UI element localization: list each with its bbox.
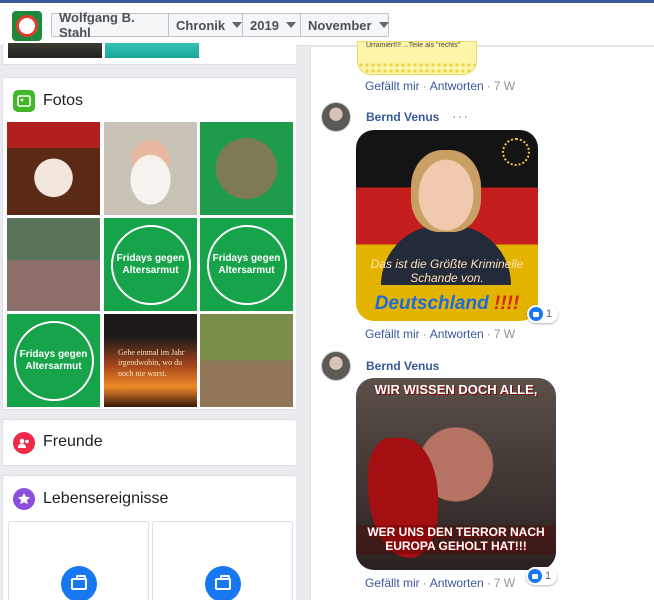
- image-caption: WER UNS DEN TERROR NACH EUROPA GEHOLT HA…: [356, 525, 556, 554]
- breadcrumb-section-label: Chronik: [176, 17, 226, 33]
- like-link[interactable]: Gefällt mir: [365, 327, 420, 341]
- photo-thumbnail[interactable]: [8, 43, 102, 58]
- photo-text: Gehe einmal im Jahr irgendwohin, wo du n…: [118, 348, 185, 378]
- comment-author[interactable]: Bernd Venus: [366, 110, 439, 124]
- fotos-title[interactable]: Fotos: [43, 92, 83, 110]
- chevron-down-icon: [232, 22, 243, 28]
- more-options-icon[interactable]: ···: [452, 108, 469, 124]
- breadcrumb-profile-name[interactable]: Wolfgang B. Stahl: [51, 10, 169, 40]
- photo-sunset[interactable]: Gehe einmal im Jahr irgendwohin, wo du n…: [104, 314, 197, 407]
- friends-icon: [13, 432, 35, 454]
- comment-image[interactable]: Urramiert!!! ...Teile als "rechts": [357, 41, 477, 75]
- comment-image[interactable]: WIR WISSEN DOCH ALLE, WER UNS DEN TERROR…: [356, 378, 556, 570]
- photo-text: Fridays gegen Altersarmut: [19, 348, 88, 372]
- eu-stars-icon: [502, 138, 530, 166]
- photo-group[interactable]: [7, 218, 100, 311]
- freunde-card: Freunde: [2, 419, 297, 466]
- life-event-tile[interactable]: [8, 521, 149, 600]
- briefcase-icon: [61, 566, 97, 600]
- lebensereignisse-title[interactable]: Lebensereignisse: [43, 490, 168, 508]
- comment-actions: Gefällt mir · Antworten · 7 W: [365, 576, 515, 590]
- top-bar: Wolfgang B. Stahl Chronik 2019 November: [0, 0, 654, 46]
- reply-link[interactable]: Antworten: [430, 79, 484, 93]
- separator: ·: [486, 327, 491, 341]
- comment-image[interactable]: Das ist die Größte Kriminelle Schande vo…: [356, 130, 538, 321]
- reply-link[interactable]: Antworten: [430, 327, 484, 341]
- photo-thumbnail[interactable]: [105, 43, 199, 58]
- breadcrumb-year-label: 2019: [250, 17, 279, 33]
- breadcrumb-month-dropdown[interactable]: November: [300, 13, 389, 37]
- photo-portrait[interactable]: [104, 122, 197, 215]
- photo-fridays-logo[interactable]: Fridays gegen Altersarmut: [104, 218, 197, 311]
- freunde-title[interactable]: Freunde: [43, 433, 103, 451]
- separator: ·: [486, 576, 491, 590]
- breadcrumb-section-dropdown[interactable]: Chronik: [168, 13, 243, 37]
- comment-actions: Gefällt mir · Antworten · 7 W: [365, 79, 515, 93]
- comments-column: Urramiert!!! ...Teile als "rechts" Gefäl…: [310, 41, 654, 600]
- image-caption: WIR WISSEN DOCH ALLE,: [374, 382, 538, 397]
- photo-text: Fridays gegen Altersarmut: [212, 252, 281, 276]
- comment-time[interactable]: 7 W: [494, 576, 515, 590]
- photo-icon: [13, 90, 35, 112]
- lebensereignisse-card: Lebensereignisse: [2, 475, 297, 600]
- reaction-badge[interactable]: 1: [526, 567, 558, 585]
- separator: ·: [422, 79, 427, 93]
- like-link[interactable]: Gefällt mir: [365, 576, 420, 590]
- reaction-badge[interactable]: 1: [527, 305, 559, 323]
- previous-card: [2, 43, 297, 65]
- profile-logo-icon[interactable]: [12, 11, 42, 41]
- separator: ·: [422, 327, 427, 341]
- reply-link[interactable]: Antworten: [430, 576, 484, 590]
- breadcrumb-month-label: November: [308, 17, 372, 33]
- comment-actions: Gefällt mir · Antworten · 7 W: [365, 327, 515, 341]
- life-event-tile[interactable]: [152, 521, 293, 600]
- separator: ·: [486, 79, 491, 93]
- photo-santa[interactable]: [7, 122, 100, 215]
- reaction-count: 1: [546, 308, 553, 320]
- reaction-count: 1: [545, 570, 552, 582]
- like-thumb-icon: [528, 569, 542, 583]
- avatar[interactable]: [321, 351, 351, 381]
- comment-time[interactable]: 7 W: [494, 327, 515, 341]
- star-icon: [13, 488, 35, 510]
- photo-text: Fridays gegen Altersarmut: [116, 252, 185, 276]
- breadcrumb-profile-label: Wolfgang B. Stahl: [59, 10, 135, 40]
- left-column: Fotos Fridays gegen Altersarmut Fridays …: [0, 43, 310, 600]
- like-thumb-icon: [529, 307, 543, 321]
- separator: ·: [422, 576, 427, 590]
- column-gutter: [296, 47, 310, 600]
- like-link[interactable]: Gefällt mir: [365, 79, 420, 93]
- image-caption: Deutschland: [374, 293, 489, 314]
- briefcase-icon: [205, 566, 241, 600]
- image-text: Urramiert!!!: [366, 42, 401, 49]
- comment-time[interactable]: 7 W: [494, 79, 515, 93]
- image-caption: Das ist die Größte Kriminelle Schande vo…: [370, 257, 524, 285]
- fotos-card: Fotos Fridays gegen Altersarmut Fridays …: [2, 77, 297, 410]
- chevron-down-icon: [285, 22, 296, 28]
- photo-fridays-logo[interactable]: Fridays gegen Altersarmut: [200, 218, 293, 311]
- comment-author[interactable]: Bernd Venus: [366, 359, 439, 373]
- breadcrumb-year-dropdown[interactable]: 2019: [242, 13, 301, 37]
- chevron-down-icon: [378, 22, 389, 28]
- avatar[interactable]: [321, 102, 351, 132]
- image-text: ...Teile als "rechts": [402, 42, 461, 49]
- image-caption: !!!!: [494, 293, 520, 314]
- photo-group[interactable]: [200, 122, 293, 215]
- photo-cow[interactable]: [200, 314, 293, 407]
- photo-fridays-logo[interactable]: Fridays gegen Altersarmut: [7, 314, 100, 407]
